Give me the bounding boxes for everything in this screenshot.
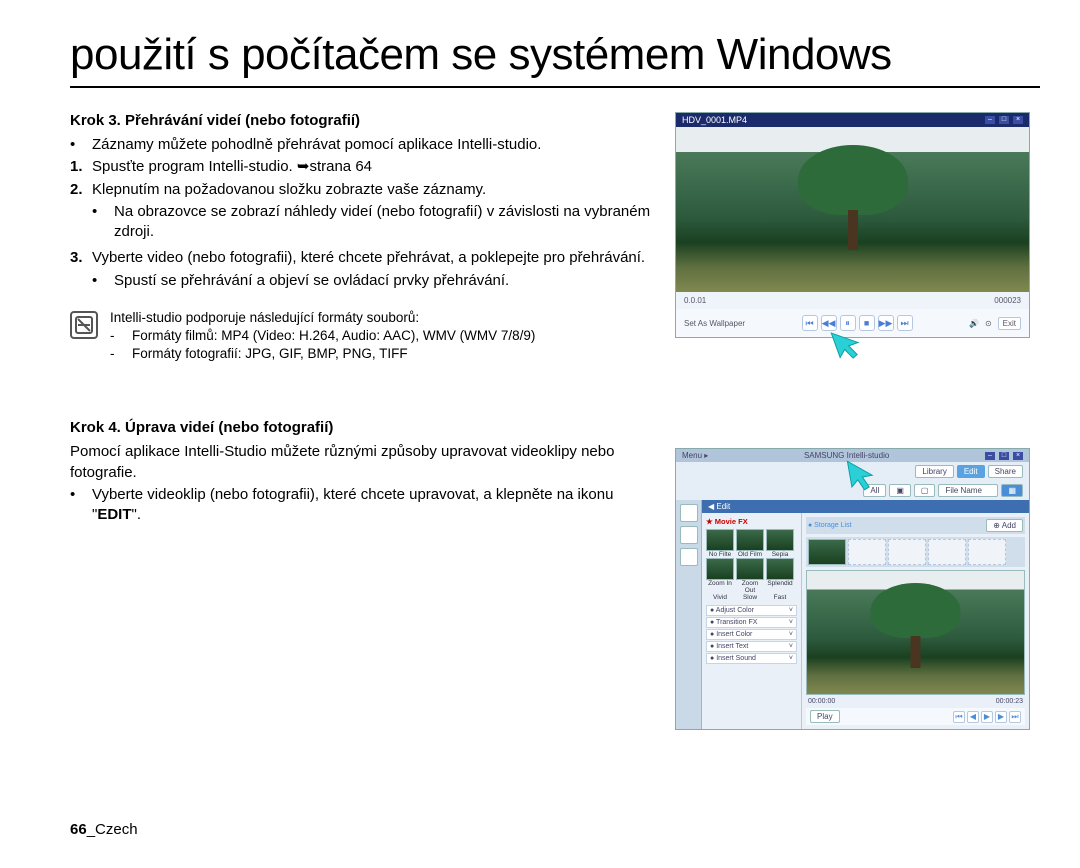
left-column: Krok 3. Přehrávání videí (nebo fotografi… <box>70 112 655 730</box>
step4-heading: Krok 4. Úprava videí (nebo fotografií) <box>70 419 655 436</box>
player-video-area[interactable] <box>676 127 1029 292</box>
close-icon[interactable]: × <box>1013 452 1023 460</box>
filter-photo-icon[interactable]: ▢ <box>914 484 936 497</box>
prev-icon[interactable]: ⏮ <box>802 315 818 331</box>
fx-thumbnail[interactable] <box>766 529 794 551</box>
fx-thumbnail[interactable] <box>706 529 734 551</box>
opt-insert-color[interactable]: ● Insert Color˅ <box>706 629 797 640</box>
opt-insert-sound[interactable]: ● Insert Sound˅ <box>706 653 797 664</box>
tool-icon[interactable] <box>680 526 698 544</box>
tab-share[interactable]: Share <box>988 465 1023 478</box>
note-line2: Formáty fotografií: JPG, GIF, BMP, PNG, … <box>132 345 408 363</box>
play-icon[interactable]: ▶ <box>981 711 993 723</box>
opt-transition-fx[interactable]: ● Transition FX˅ <box>706 617 797 628</box>
maximize-icon[interactable]: □ <box>999 452 1009 460</box>
step-number: 3. <box>70 248 92 268</box>
note-icon <box>70 311 98 339</box>
exit-button[interactable]: Exit <box>998 317 1021 330</box>
step3-item2: Klepnutím na požadovanou složku zobrazte… <box>92 180 655 200</box>
step3-bullet1: Záznamy můžete pohodlně přehrávat pomocí… <box>92 135 655 155</box>
note-line0: Intelli-studio podporuje následující for… <box>110 309 655 327</box>
settings-icon[interactable]: ⊙ <box>985 319 992 328</box>
step-number: 2. <box>70 180 92 200</box>
fx-thumbnail[interactable] <box>766 558 794 580</box>
step4-paragraph: Pomocí aplikace Intelli-Studio můžete rů… <box>70 442 655 483</box>
set-wallpaper[interactable]: Set As Wallpaper <box>684 319 745 328</box>
player-screenshot: HDV_0001.MP4 – □ × 0.0.01 000023 Set As … <box>675 112 1030 338</box>
bullet-icon: • <box>92 271 114 291</box>
fx-thumbnail[interactable] <box>706 558 734 580</box>
step-number: 1. <box>70 157 92 177</box>
time-start: 00:00:00 <box>808 698 835 705</box>
opt-insert-text[interactable]: ● Insert Text˅ <box>706 641 797 652</box>
bullet-icon: • <box>70 485 92 526</box>
add-button[interactable]: ⊕ Add <box>986 519 1023 532</box>
movie-fx-label: ★ Movie FX <box>706 517 797 526</box>
time-current: 0.0.01 <box>684 296 706 305</box>
tab-edit[interactable]: Edit <box>957 465 985 478</box>
rewind-icon[interactable]: ◀ <box>967 711 979 723</box>
right-column: HDV_0001.MP4 – □ × 0.0.01 000023 Set As … <box>675 112 1035 730</box>
next-icon[interactable]: ⏭ <box>897 315 913 331</box>
step3-item3: Vyberte video (nebo fotografii), které c… <box>92 248 655 268</box>
step3-heading: Krok 3. Přehrávání videí (nebo fotografi… <box>70 112 655 129</box>
time-end: 00:00:23 <box>996 698 1023 705</box>
note-box: Intelli-studio podporuje následující for… <box>70 309 655 364</box>
fx-panel: ★ Movie FX No Filte Old Film Sepia <box>702 513 802 729</box>
cursor-icon <box>833 326 863 367</box>
tool-icon[interactable] <box>680 548 698 566</box>
forward-icon[interactable]: ▶ <box>995 711 1007 723</box>
clip-placeholder[interactable] <box>848 539 886 565</box>
clip-thumbnail[interactable] <box>808 539 846 565</box>
minimize-icon[interactable]: – <box>985 452 995 460</box>
cursor-icon <box>847 457 877 498</box>
prev-icon[interactable]: ⏮ <box>953 711 965 723</box>
play-button[interactable]: Play <box>810 710 840 723</box>
step3-item3-sub: Spustí se přehrávání a objeví se ovládac… <box>114 271 655 291</box>
player-filename: HDV_0001.MP4 <box>682 115 747 125</box>
tool-icon[interactable] <box>680 504 698 522</box>
fx-thumbnail[interactable] <box>736 529 764 551</box>
clip-placeholder[interactable] <box>968 539 1006 565</box>
next-icon[interactable]: ⏭ <box>1009 711 1021 723</box>
editor-sidebar <box>676 500 702 729</box>
bullet-icon: • <box>92 202 114 243</box>
note-line1: Formáty filmů: MP4 (Video: H.264, Audio:… <box>132 327 535 345</box>
sort-filename[interactable]: File Name <box>938 484 998 497</box>
tab-library[interactable]: Library <box>915 465 953 478</box>
step4-bullet1: Vyberte videoklip (nebo fotografii), kte… <box>92 485 655 526</box>
editor-menu[interactable]: Menu ▸ <box>682 451 708 460</box>
bullet-icon: • <box>70 135 92 155</box>
time-total: 000023 <box>994 296 1021 305</box>
clip-placeholder[interactable] <box>888 539 926 565</box>
grid-icon[interactable]: ▦ <box>1001 484 1023 497</box>
fx-thumbnail[interactable] <box>736 558 764 580</box>
maximize-icon[interactable]: □ <box>999 116 1009 124</box>
edit-header: ◀ Edit <box>702 500 1029 513</box>
page-footer: 66_Czech <box>70 821 138 838</box>
filter-video-icon[interactable]: ▣ <box>889 484 911 497</box>
opt-adjust-color[interactable]: ● Adjust Color˅ <box>706 605 797 616</box>
volume-icon[interactable]: 🔊 <box>969 319 979 328</box>
clip-placeholder[interactable] <box>928 539 966 565</box>
step3-item2-sub: Na obrazovce se zobrazí náhledy videí (n… <box>114 202 655 243</box>
forward-icon[interactable]: ▶▶ <box>878 315 894 331</box>
step3-item1: Spusťte program Intelli-studio. ➥strana … <box>92 157 655 177</box>
close-icon[interactable]: × <box>1013 116 1023 124</box>
preview-video-area[interactable] <box>806 570 1025 695</box>
minimize-icon[interactable]: – <box>985 116 995 124</box>
page-title: použití s počítačem se systémem Windows <box>70 30 1040 88</box>
